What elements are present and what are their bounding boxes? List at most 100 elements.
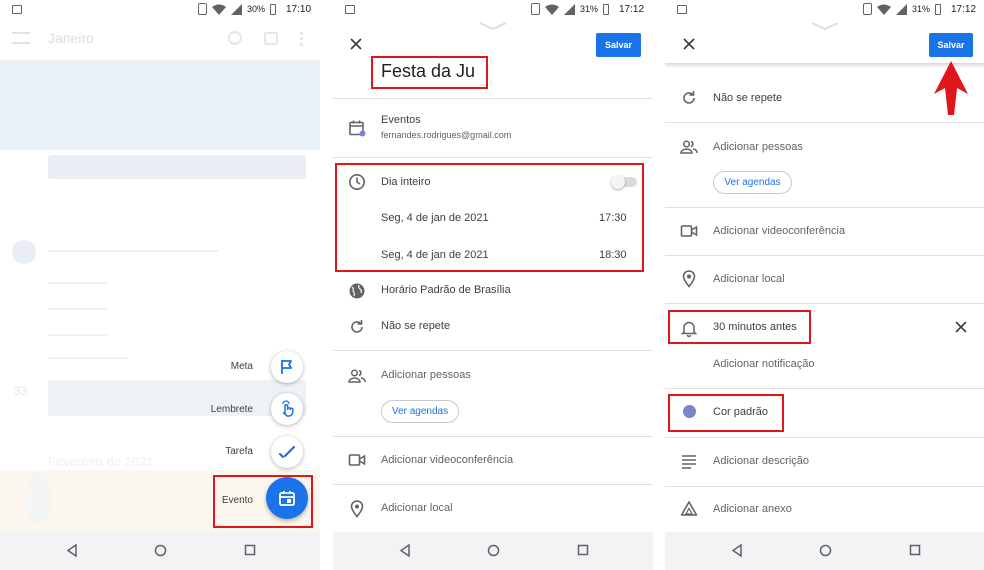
fab-label-tarefa[interactable]: Tarefa xyxy=(200,446,253,457)
clock: 17:10 xyxy=(286,4,312,15)
add-description[interactable]: Adicionar descrição xyxy=(713,455,809,467)
close-icon[interactable] xyxy=(350,38,362,50)
vibrate-icon xyxy=(198,3,207,15)
screen-fab-menu: Janeiro 33 Fevereiro de 2021 Meta Lembre… xyxy=(0,0,320,570)
recents-icon[interactable] xyxy=(244,544,256,556)
battery-icon xyxy=(935,3,942,15)
home-icon[interactable] xyxy=(154,544,167,557)
status-icons: 31% xyxy=(863,3,942,15)
calendar-name[interactable]: Eventos xyxy=(381,114,421,126)
battery-icon xyxy=(270,3,277,15)
task-fab[interactable] xyxy=(271,436,303,468)
status-icons: 31% xyxy=(531,3,610,15)
fab-label-lembrete[interactable]: Lembrete xyxy=(190,404,253,415)
timezone[interactable]: Horário Padrão de Brasília xyxy=(381,284,511,296)
screen-new-event: 31% 17:12 Salvar Festa da Ju Eventos fer… xyxy=(333,0,653,570)
divider xyxy=(665,437,984,438)
battery-percent: 30% xyxy=(247,4,266,14)
event-line xyxy=(48,282,108,284)
fab-label-meta[interactable]: Meta xyxy=(200,361,253,372)
signal-icon xyxy=(564,3,575,15)
back-icon[interactable] xyxy=(731,544,743,557)
drag-handle-icon[interactable] xyxy=(479,22,507,30)
location-pin-icon xyxy=(682,270,696,288)
attachment-drive-icon xyxy=(680,501,698,516)
event-line xyxy=(48,250,218,252)
wifi-icon xyxy=(212,4,226,15)
description-icon xyxy=(682,455,696,469)
close-icon[interactable] xyxy=(683,38,695,50)
battery-percent: 31% xyxy=(580,4,599,14)
calendar-account: fernandes.rodrigues@gmail.com xyxy=(381,130,512,140)
wifi-icon xyxy=(545,4,559,15)
add-people[interactable]: Adicionar pessoas xyxy=(381,369,471,381)
reminder-fab[interactable] xyxy=(271,393,303,425)
save-button[interactable]: Salvar xyxy=(596,33,641,57)
today-icon[interactable] xyxy=(264,32,278,45)
remove-notification-icon[interactable] xyxy=(955,321,967,333)
people-icon xyxy=(680,140,698,154)
menu-icon[interactable] xyxy=(12,32,30,44)
event-line xyxy=(48,308,108,310)
repeat-icon xyxy=(351,320,363,333)
signal-icon xyxy=(896,3,907,15)
globe-icon xyxy=(349,283,365,299)
divider xyxy=(333,436,653,437)
image-notification-icon xyxy=(345,5,355,14)
month-label-2: Fevereiro de 2021 xyxy=(48,454,154,469)
month-label[interactable]: Janeiro xyxy=(48,30,94,46)
clock: 17:12 xyxy=(951,4,977,15)
view-schedules-button[interactable]: Ver agendas xyxy=(381,400,459,423)
more-icon[interactable] xyxy=(300,32,303,46)
highlight-notification xyxy=(668,310,811,344)
back-icon[interactable] xyxy=(66,544,78,557)
wifi-icon xyxy=(877,4,891,15)
add-video-conference[interactable]: Adicionar videoconferência xyxy=(381,454,513,466)
back-icon[interactable] xyxy=(399,544,411,557)
repeat-option[interactable]: Não se repete xyxy=(713,92,782,104)
day-number: 33 xyxy=(14,384,28,398)
add-video-conference[interactable]: Adicionar videoconferência xyxy=(713,225,845,237)
reminder-hand-icon xyxy=(282,400,294,417)
signal-icon xyxy=(231,3,242,15)
highlight-title xyxy=(371,56,488,89)
add-notification[interactable]: Adicionar notificação xyxy=(713,358,815,370)
navigation-bar xyxy=(333,532,653,570)
search-icon[interactable] xyxy=(228,31,242,45)
divider xyxy=(333,98,653,99)
divider xyxy=(665,486,984,487)
task-check-icon xyxy=(278,445,296,459)
event-chip[interactable] xyxy=(48,380,306,416)
arrow-annotation-icon xyxy=(934,61,968,115)
vibrate-icon xyxy=(863,3,872,15)
add-attachment[interactable]: Adicionar anexo xyxy=(713,503,792,515)
navigation-bar xyxy=(0,532,320,570)
highlight-date-time xyxy=(335,163,644,272)
home-icon[interactable] xyxy=(819,544,832,557)
repeat-option[interactable]: Não se repete xyxy=(381,320,450,332)
navigation-bar xyxy=(665,532,984,570)
view-schedules-button[interactable]: Ver agendas xyxy=(713,171,792,194)
location-pin-icon xyxy=(350,500,364,518)
divider xyxy=(665,255,984,256)
save-button[interactable]: Salvar xyxy=(929,33,973,57)
today-circle xyxy=(12,240,36,264)
add-location[interactable]: Adicionar local xyxy=(381,502,453,514)
recents-icon[interactable] xyxy=(909,544,921,556)
vibrate-icon xyxy=(531,3,540,15)
event-chip[interactable] xyxy=(48,155,306,179)
home-icon[interactable] xyxy=(487,544,500,557)
image-notification-icon xyxy=(677,5,687,14)
divider xyxy=(333,350,653,351)
add-location[interactable]: Adicionar local xyxy=(713,273,785,285)
divider xyxy=(665,122,984,123)
recents-icon[interactable] xyxy=(577,544,589,556)
battery-percent: 31% xyxy=(912,4,931,14)
add-people[interactable]: Adicionar pessoas xyxy=(713,141,803,153)
battery-icon xyxy=(603,3,610,15)
screen-event-details: 31% 17:12 Salvar Não se repete Adicionar… xyxy=(665,0,984,570)
video-icon xyxy=(348,454,366,466)
goal-fab[interactable] xyxy=(271,351,303,383)
tree-illustration xyxy=(26,472,52,524)
drag-handle-icon[interactable] xyxy=(811,22,839,30)
